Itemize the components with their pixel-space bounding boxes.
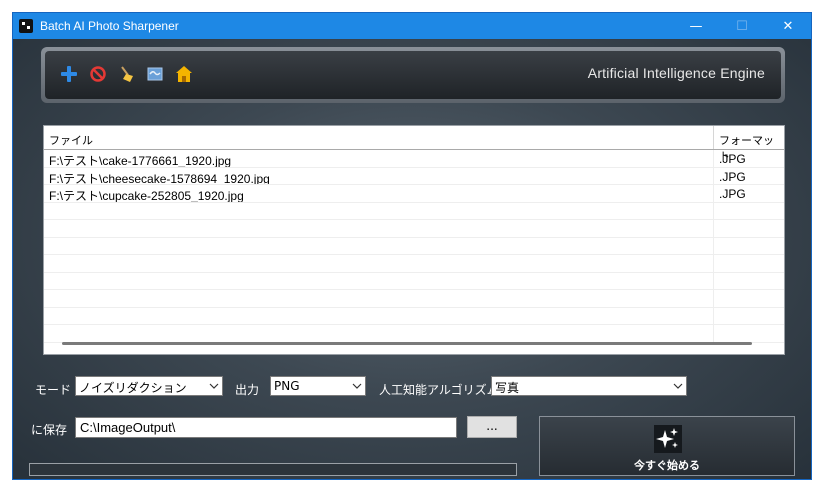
- table-header: ファイル フォーマット: [44, 126, 784, 163]
- file-cell: F:\テスト\cake-1776661_1920.jpg: [44, 150, 714, 167]
- algorithm-select[interactable]: 写真: [491, 376, 687, 396]
- algorithm-select-value: 写真: [495, 381, 520, 395]
- format-cell: [714, 290, 784, 307]
- table-body: F:\テスト\cake-1776661_1920.jpg .JPG F:\テスト…: [44, 150, 784, 343]
- engine-label: Artificial Intelligence Engine: [587, 65, 765, 81]
- remove-icon[interactable]: [89, 65, 107, 83]
- start-button-label: 今すぐ始める: [634, 459, 700, 472]
- format-cell: [714, 220, 784, 237]
- maximize-button[interactable]: ☐: [719, 13, 765, 39]
- file-cell: [44, 255, 714, 272]
- add-icon[interactable]: [60, 65, 78, 83]
- table-row[interactable]: [44, 272, 784, 290]
- toolbar: Artificial Intelligence Engine: [45, 51, 781, 99]
- format-cell: [714, 203, 784, 220]
- main-content: Artificial Intelligence Engine ファイル フォーマ…: [13, 39, 811, 479]
- table-row[interactable]: F:\テスト\cake-1776661_1920.jpg .JPG: [44, 150, 784, 168]
- mode-select-value: ノイズリダクション: [79, 381, 187, 395]
- algorithm-label: 人工知能アルゴリズム: [379, 383, 499, 397]
- table-row[interactable]: F:\テスト\cheesecake-1578694_1920.jpg .JPG: [44, 167, 784, 185]
- file-cell: [44, 290, 714, 307]
- app-window: Batch AI Photo Sharpener — ☐ ✕ Artificia…: [12, 12, 812, 480]
- format-cell: [714, 238, 784, 255]
- horizontal-scrollbar[interactable]: [62, 342, 752, 345]
- mode-label: モード: [35, 383, 72, 397]
- title-bar[interactable]: Batch AI Photo Sharpener — ☐ ✕: [13, 13, 811, 39]
- table-row[interactable]: [44, 237, 784, 255]
- open-folder-icon[interactable]: [146, 65, 164, 83]
- format-cell: [714, 273, 784, 290]
- output-select[interactable]: PNG: [270, 376, 366, 396]
- file-cell: [44, 307, 714, 324]
- window-title: Batch AI Photo Sharpener: [40, 19, 179, 33]
- format-cell: .JPG: [719, 187, 746, 201]
- file-cell: [44, 220, 714, 237]
- column-header-file[interactable]: ファイル: [44, 126, 714, 149]
- home-icon[interactable]: [175, 65, 193, 83]
- format-cell: .JPG: [719, 169, 746, 184]
- save-label: に保存: [31, 423, 68, 437]
- file-cell: [44, 272, 714, 289]
- table-row[interactable]: [44, 202, 784, 220]
- table-row[interactable]: F:\テスト\cupcake-252805_1920.jpg .JPG: [44, 185, 784, 203]
- table-row[interactable]: [44, 220, 784, 238]
- chevron-down-icon: [205, 377, 222, 395]
- file-cell: F:\テスト\cheesecake-1578694_1920.jpg: [44, 167, 714, 184]
- close-button[interactable]: ✕: [765, 13, 811, 39]
- output-path-field[interactable]: C:\ImageOutput\: [75, 417, 457, 438]
- file-cell: F:\テスト\cupcake-252805_1920.jpg: [44, 185, 714, 202]
- file-cell: [44, 237, 714, 254]
- mode-select[interactable]: ノイズリダクション: [75, 376, 223, 396]
- table-row[interactable]: [44, 255, 784, 273]
- chevron-down-icon: [669, 377, 686, 395]
- clear-icon[interactable]: [118, 65, 136, 83]
- browse-button[interactable]: ...: [467, 416, 517, 438]
- file-list-table[interactable]: ファイル フォーマット F:\テスト\cake-1776661_1920.jpg…: [43, 125, 785, 355]
- file-cell: [44, 325, 714, 342]
- format-cell: .JPG: [719, 152, 746, 166]
- table-row[interactable]: [44, 290, 784, 308]
- table-row[interactable]: [44, 325, 784, 343]
- format-cell: [714, 325, 784, 342]
- app-icon: [19, 19, 33, 33]
- toolbar-frame: Artificial Intelligence Engine: [41, 47, 785, 103]
- minimize-button[interactable]: —: [673, 13, 719, 39]
- progress-bar: [29, 463, 517, 476]
- table-row[interactable]: [44, 307, 784, 325]
- sparkle-icon: [654, 425, 682, 453]
- format-cell: [714, 308, 784, 325]
- format-cell: [714, 255, 784, 272]
- output-label: 出力: [235, 383, 260, 397]
- file-cell: [44, 202, 714, 219]
- column-header-format[interactable]: フォーマット: [714, 126, 784, 163]
- chevron-down-icon: [348, 377, 365, 395]
- output-select-value: PNG: [274, 379, 300, 393]
- start-button[interactable]: 今すぐ始める: [539, 416, 795, 476]
